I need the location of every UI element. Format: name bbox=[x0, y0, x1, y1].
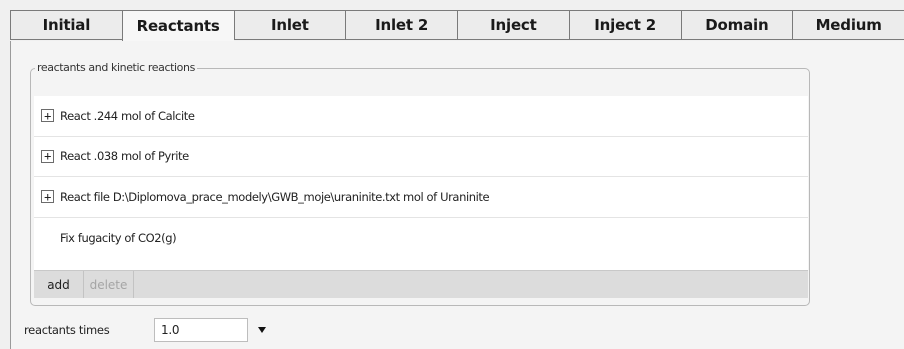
tab-inlet-2[interactable]: Inlet 2 bbox=[345, 11, 457, 39]
add-button[interactable]: add bbox=[34, 271, 84, 298]
expand-plus-icon[interactable]: + bbox=[41, 149, 54, 163]
list-item-uraninite[interactable]: + React file D:\Diplomova_prace_modely\G… bbox=[34, 177, 808, 218]
reactants-list: + React .244 mol of Calcite + React .038… bbox=[34, 96, 808, 270]
tab-domain[interactable]: Domain bbox=[680, 11, 793, 39]
list-button-bar: add delete bbox=[34, 270, 808, 298]
reactants-times-input[interactable]: 1.0 bbox=[154, 318, 248, 342]
tab-inject[interactable]: Inject bbox=[457, 11, 569, 39]
reactants-group-legend: reactants and kinetic reactions bbox=[35, 61, 197, 74]
list-item-label: React file D:\Diplomova_prace_modely\GWB… bbox=[60, 189, 490, 204]
reactants-times-row: reactants times 1.0 bbox=[24, 318, 266, 342]
expand-plus-icon[interactable]: + bbox=[41, 109, 54, 123]
list-item-co2[interactable]: Fix fugacity of CO2(g) bbox=[34, 218, 808, 259]
list-item-pyrite[interactable]: + React .038 mol of Pyrite bbox=[34, 137, 808, 177]
tab-bar: Initial Reactants Inlet Inlet 2 Inject I… bbox=[10, 10, 904, 42]
expand-plus-icon[interactable]: + bbox=[41, 190, 54, 204]
dropdown-arrow-icon[interactable] bbox=[258, 327, 266, 333]
list-item-label: React .244 mol of Calcite bbox=[60, 108, 195, 123]
list-item-calcite[interactable]: + React .244 mol of Calcite bbox=[34, 96, 808, 137]
list-item-label: React .038 mol of Pyrite bbox=[60, 149, 189, 164]
tab-inject-2[interactable]: Inject 2 bbox=[568, 11, 681, 39]
tab-reactants[interactable]: Reactants bbox=[121, 11, 234, 42]
delete-button: delete bbox=[84, 271, 134, 298]
reactants-times-label: reactants times bbox=[24, 323, 110, 337]
list-item-label: Fix fugacity of CO2(g) bbox=[60, 230, 177, 245]
tab-initial[interactable]: Initial bbox=[10, 11, 122, 39]
tab-medium[interactable]: Medium bbox=[792, 11, 904, 39]
tab-inlet[interactable]: Inlet bbox=[233, 11, 346, 39]
